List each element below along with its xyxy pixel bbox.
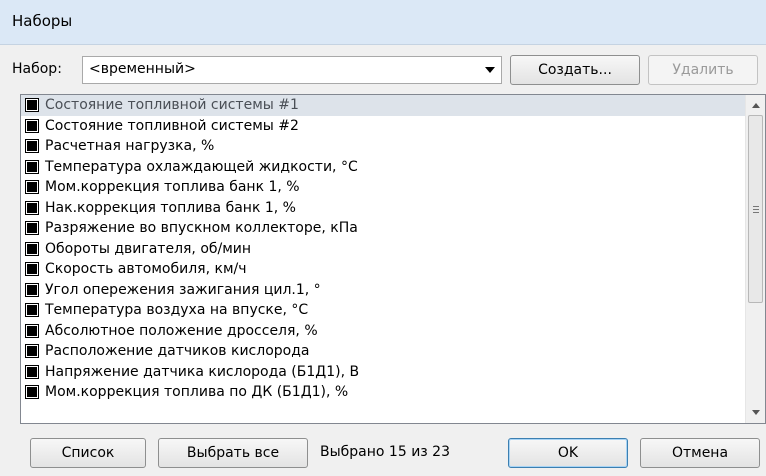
list-item[interactable]: Напряжение датчика кислорода (Б1Д1), В [21,362,745,383]
item-checkbox[interactable] [25,385,39,399]
list-item[interactable]: Нак.коррекция топлива банк 1, % [21,198,745,219]
item-checkbox[interactable] [25,159,39,174]
item-checkbox[interactable] [25,200,39,215]
item-label: Обороты двигателя, об/мин [45,240,252,257]
item-checkbox[interactable] [25,118,39,133]
item-label: Абсолютное положение дросселя, % [45,322,318,339]
grip-line-icon [753,209,759,210]
item-checkbox[interactable] [25,241,39,256]
cancel-button[interactable]: Отмена [640,438,760,468]
parameter-list[interactable]: Состояние топливной системы #1 Состояние … [20,94,766,424]
item-label: Температура охлаждающей жидкости, °С [45,158,358,175]
list-item[interactable]: Состояние топливной системы #2 [21,116,745,137]
grip-line-icon [753,212,759,213]
chevron-down-icon [485,67,495,73]
create-button[interactable]: Создать... [510,55,640,85]
item-label: Температура воздуха на впуске, °С [45,302,309,318]
list-item[interactable]: Температура воздуха на впуске, °С [21,300,745,321]
item-label: Мом.коррекция топлива по ДК (Б1Д1), % [45,384,349,400]
list-item[interactable]: Скорость автомобиля, км/ч [21,259,745,280]
item-label: Расположение датчиков кислорода [45,343,310,359]
item-checkbox[interactable] [25,139,39,153]
list-item[interactable]: Разряжение во впускном коллекторе, кПа [21,218,745,239]
scroll-thumb[interactable] [748,115,763,303]
item-checkbox[interactable] [25,323,39,338]
item-checkbox[interactable] [25,303,39,317]
item-checkbox[interactable] [25,180,39,194]
item-label: Мом.коррекция топлива банк 1, % [45,179,300,195]
dialog-title: Наборы [12,12,73,30]
item-label: Напряжение датчика кислорода (Б1Д1), В [45,363,360,380]
list-item[interactable]: Состояние топливной системы #1 [21,95,745,116]
dialog-footer: Список Выбрать все Выбрано 15 из 23 OK О… [0,438,766,470]
item-label: Состояние топливной системы #1 [45,97,299,113]
set-toolbar: Набор: <временный> Создать... Удалить [0,55,766,87]
scroll-up-icon[interactable] [746,96,765,114]
list-item[interactable]: Температура охлаждающей жидкости, °С [21,157,745,178]
list-item[interactable]: Расчетная нагрузка, % [21,136,745,157]
list-item[interactable]: Расположение датчиков кислорода [21,341,745,362]
scroll-down-icon[interactable] [746,404,765,422]
item-checkbox[interactable] [25,344,39,358]
set-label: Набор: [12,61,62,77]
item-checkbox[interactable] [25,98,39,112]
item-checkbox[interactable] [25,282,39,297]
grip-line-icon [753,206,759,207]
item-label: Разряжение во впускном коллекторе, кПа [45,220,358,236]
selection-count: Выбрано 15 из 23 [320,444,450,460]
list-item[interactable]: Абсолютное положение дросселя, % [21,321,745,342]
list-button[interactable]: Список [30,438,146,468]
item-checkbox[interactable] [25,364,39,379]
vertical-scrollbar[interactable] [745,95,765,423]
ok-button[interactable]: OK [508,438,628,468]
sets-dialog: Наборы Набор: <временный> Создать... Уда… [0,0,766,476]
item-label: Нак.коррекция топлива банк 1, % [45,199,296,216]
list-item[interactable]: Угол опережения зажигания цил.1, ° [21,280,745,301]
set-dropdown[interactable]: <временный> [82,56,502,84]
item-checkbox[interactable] [25,262,39,276]
item-label: Угол опережения зажигания цил.1, ° [45,281,321,298]
select-all-button[interactable]: Выбрать все [158,438,308,468]
item-checkbox[interactable] [25,221,39,235]
item-label: Состояние топливной системы #2 [45,117,299,134]
parameter-rows: Состояние топливной системы #1 Состояние … [21,95,745,423]
list-item[interactable]: Мом.коррекция топлива по ДК (Б1Д1), % [21,382,745,403]
title-bar: Наборы [0,0,766,45]
item-label: Скорость автомобиля, км/ч [45,261,247,277]
item-label: Расчетная нагрузка, % [45,138,215,154]
list-item[interactable]: Обороты двигателя, об/мин [21,239,745,260]
set-dropdown-value: <временный> [89,61,196,77]
list-item[interactable]: Мом.коррекция топлива банк 1, % [21,177,745,198]
delete-button[interactable]: Удалить [648,55,758,85]
